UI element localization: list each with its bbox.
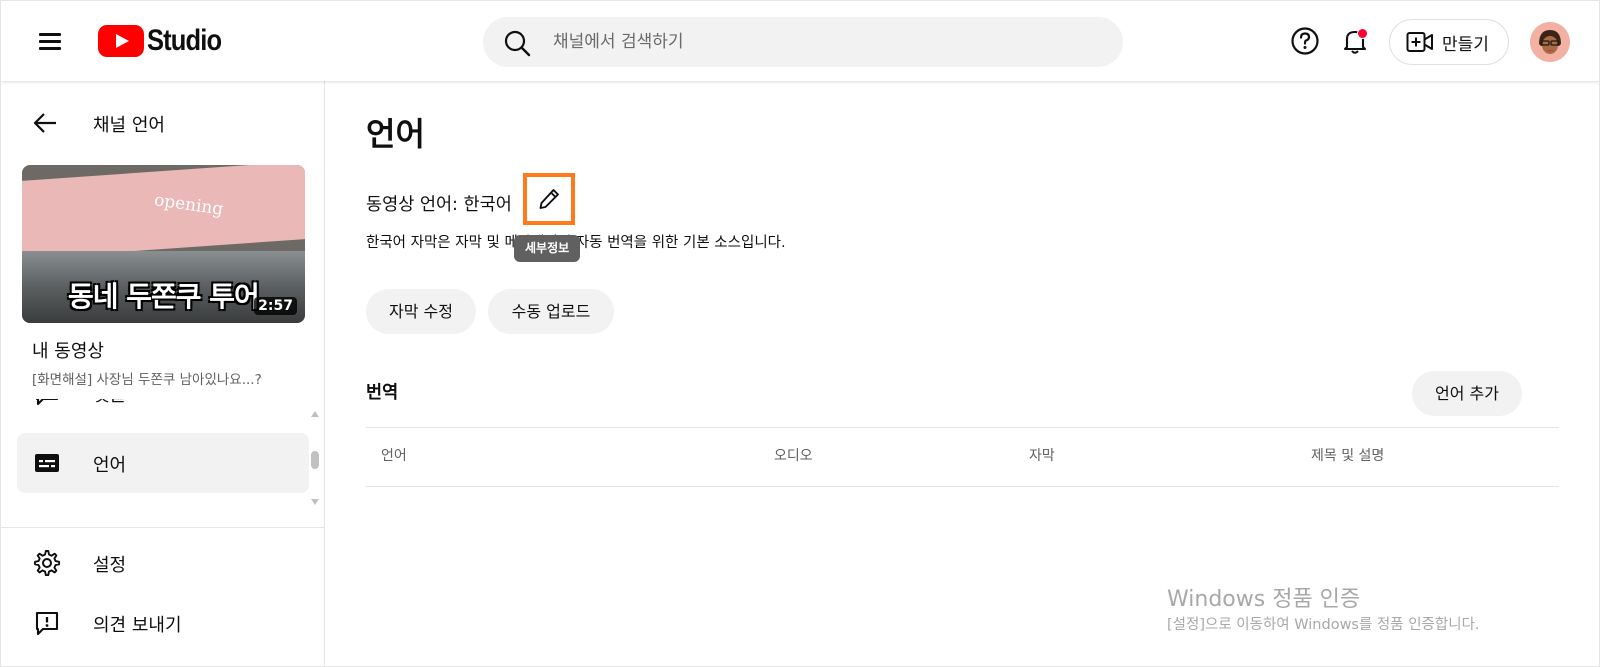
column-header-title-description: 제목 및 설명 bbox=[1311, 448, 1385, 464]
sidebar-item-feedback[interactable]: 의견 보내기 bbox=[17, 593, 309, 653]
details-tooltip: 세부정보 bbox=[514, 235, 581, 262]
video-duration: 2:57 bbox=[254, 297, 297, 315]
scroll-thumb[interactable] bbox=[311, 451, 319, 469]
sidebar-item-label: 설정 bbox=[93, 555, 127, 576]
create-button[interactable]: 만들기 bbox=[1389, 19, 1509, 65]
avatar[interactable] bbox=[1530, 22, 1570, 62]
edit-subtitles-button[interactable]: 자막 수정 bbox=[366, 289, 476, 334]
sidebar-item-label: 언어 bbox=[93, 455, 127, 476]
thumbnail-storefront bbox=[22, 165, 305, 259]
column-header-subtitles: 자막 bbox=[1029, 448, 1055, 464]
notification-badge bbox=[1357, 28, 1368, 39]
back-label: 채널 언어 bbox=[93, 115, 165, 136]
logo-text: Studio bbox=[147, 24, 222, 57]
back-to-channel-language[interactable]: 채널 언어 bbox=[1, 103, 325, 143]
scroll-down-arrow-icon[interactable] bbox=[311, 499, 319, 505]
sidebar: 채널 언어 opening 동네 두쫀쿠 투어 2:57 내 동영상 [화면해설… bbox=[1, 81, 325, 666]
my-video-label: 내 동영상 bbox=[32, 341, 104, 362]
video-language-label: 동영상 언어: 한국어 bbox=[366, 195, 512, 215]
help-icon[interactable] bbox=[1289, 25, 1321, 57]
manual-upload-button[interactable]: 수동 업로드 bbox=[488, 289, 614, 334]
sidebar-nav-scroll: 댓글 언어 bbox=[1, 399, 325, 513]
windows-activation-subtitle: [설정]으로 이동하여 Windows를 정품 인증합니다. bbox=[1167, 617, 1480, 633]
table-divider-top bbox=[366, 427, 1559, 428]
add-language-button[interactable]: 언어 추가 bbox=[1412, 371, 1522, 416]
menu-icon[interactable] bbox=[33, 25, 65, 57]
sidebar-item-label: 댓글 bbox=[93, 399, 126, 407]
edit-language-button[interactable] bbox=[523, 173, 575, 225]
sidebar-item-label: 의견 보내기 bbox=[93, 615, 182, 636]
sidebar-divider bbox=[1, 527, 325, 528]
table-divider-bottom bbox=[366, 486, 1559, 487]
sidebar-item-settings[interactable]: 설정 bbox=[17, 533, 309, 593]
column-header-language: 언어 bbox=[381, 448, 407, 464]
comment-icon bbox=[35, 399, 59, 406]
main-content: 언어 동영상 언어: 한국어 한국어 자막은 자막 및 메타데이터 자동 번역을… bbox=[325, 81, 1599, 666]
arrow-left-icon bbox=[33, 113, 56, 133]
pencil-icon bbox=[539, 189, 559, 209]
gear-icon bbox=[34, 550, 61, 577]
subtitles-icon bbox=[35, 454, 59, 472]
studio-logo[interactable]: Studio bbox=[98, 23, 234, 59]
search-bar bbox=[483, 17, 1123, 67]
page-title: 언어 bbox=[366, 115, 425, 153]
column-header-audio: 오디오 bbox=[774, 448, 813, 464]
search-input[interactable] bbox=[553, 17, 1093, 67]
video-camera-plus-icon bbox=[1406, 32, 1433, 52]
top-bar: Studio 만들기 bbox=[1, 1, 1599, 81]
translations-heading: 번역 bbox=[366, 383, 399, 403]
video-title: [화면해설] 사장님 두쫀쿠 남아있나요...? bbox=[32, 372, 262, 388]
sidebar-item-languages[interactable]: 언어 bbox=[17, 433, 309, 493]
windows-activation-title: Windows 정품 인증 bbox=[1167, 587, 1361, 612]
search-icon[interactable] bbox=[503, 29, 531, 57]
scroll-up-arrow-icon[interactable] bbox=[311, 411, 319, 417]
youtube-play-icon bbox=[98, 25, 144, 57]
thumbnail-caption: 동네 두쫀쿠 투어 bbox=[68, 280, 260, 313]
avatar-face-icon bbox=[1530, 22, 1570, 62]
feedback-icon bbox=[35, 611, 59, 636]
sidebar-item-comments[interactable]: 댓글 bbox=[17, 399, 309, 423]
sidebar-scrollbar[interactable] bbox=[311, 411, 319, 507]
video-thumbnail[interactable]: opening 동네 두쫀쿠 투어 2:57 bbox=[22, 165, 305, 323]
studio-window: Studio 만들기 bbox=[0, 0, 1600, 667]
create-button-label: 만들기 bbox=[1442, 34, 1489, 55]
